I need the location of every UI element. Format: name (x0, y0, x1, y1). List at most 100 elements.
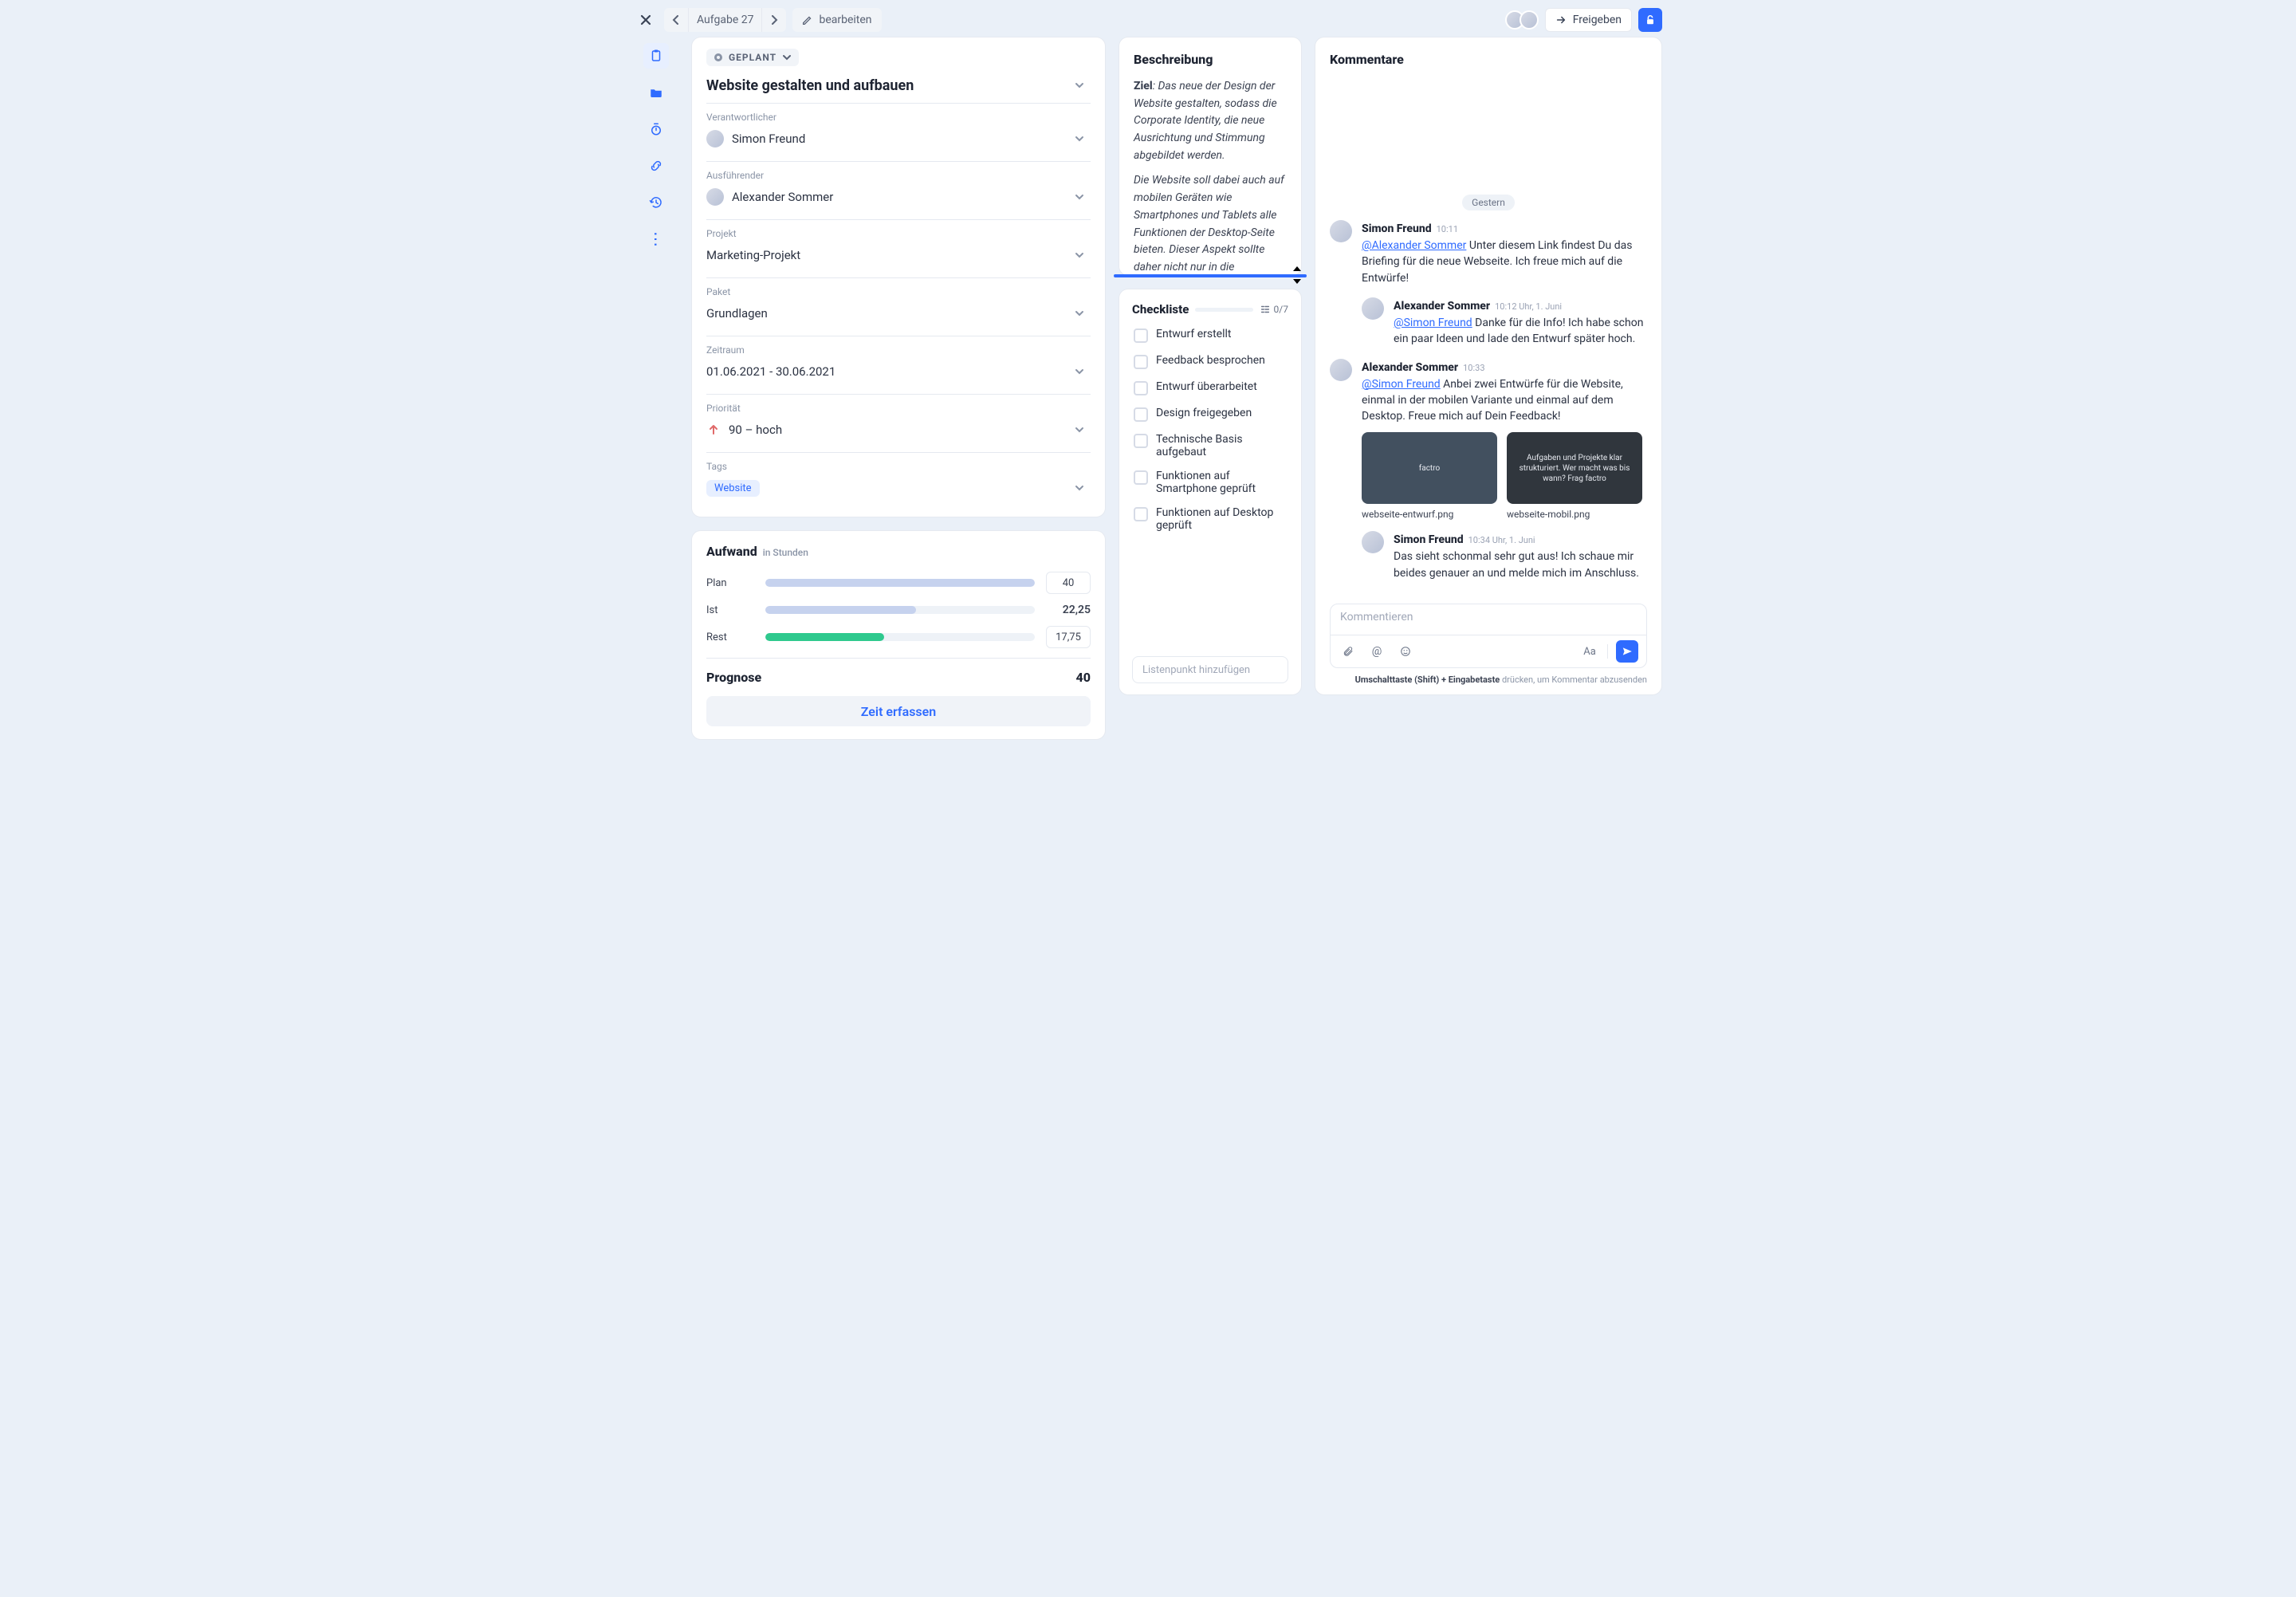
checklist-item-label: Funktionen auf Desktop geprüft (1156, 506, 1287, 532)
package-value[interactable]: Grundlagen (706, 306, 768, 321)
tags-value[interactable]: Website (706, 480, 760, 497)
resize-handle-icon[interactable] (1291, 265, 1303, 285)
executor-dropdown[interactable] (1068, 186, 1091, 208)
tags-dropdown[interactable] (1068, 477, 1091, 499)
project-dropdown[interactable] (1068, 244, 1091, 266)
project-value[interactable]: Marketing-Projekt (706, 248, 800, 262)
comment-input[interactable]: Kommentieren @ Aa (1330, 604, 1647, 668)
attachment[interactable]: factro webseite-entwurf.png (1362, 432, 1497, 520)
close-button[interactable] (634, 8, 658, 32)
resize-line[interactable] (1114, 274, 1307, 277)
chevron-down-icon (1075, 81, 1084, 89)
priority-dropdown[interactable] (1068, 419, 1091, 441)
send-button[interactable] (1616, 640, 1638, 663)
ist-value: 22,25 (1046, 604, 1091, 616)
executor-value[interactable]: Alexander Sommer (706, 188, 833, 206)
package-dropdown[interactable] (1068, 302, 1091, 325)
sidebar-item-files[interactable] (643, 80, 669, 105)
comment-time: 10:11 (1437, 224, 1458, 234)
mention[interactable]: @Simon Freund (1362, 378, 1441, 391)
sidebar-item-task[interactable] (643, 43, 669, 69)
sidebar-item-links[interactable] (643, 153, 669, 179)
rest-value-input[interactable]: 17,75 (1046, 626, 1091, 648)
status-label: GEPLANT (729, 52, 776, 63)
comment: Simon Freund 10:11 @Alexander Sommer Unter… (1330, 220, 1647, 286)
checkbox[interactable] (1134, 507, 1148, 521)
period-dropdown[interactable] (1068, 360, 1091, 383)
comments-title: Kommentare (1330, 52, 1647, 67)
track-time-button[interactable]: Zeit erfassen (706, 696, 1091, 726)
tag-chip[interactable]: Website (706, 480, 760, 497)
plan-value-input[interactable]: 40 (1046, 572, 1091, 594)
avatar (1362, 531, 1384, 553)
field-label-project: Projekt (706, 228, 1091, 239)
comment-body: @Simon Freund Anbei zwei Entwürfe für di… (1362, 376, 1647, 425)
checkbox[interactable] (1134, 381, 1148, 395)
topbar: Aufgabe 27 bearbeiten Freigeben (624, 0, 1672, 37)
format-button[interactable]: Aa (1580, 642, 1599, 661)
comment-author: Simon Freund (1362, 222, 1432, 235)
edit-mode-chip[interactable]: bearbeiten (792, 8, 881, 32)
checkbox[interactable] (1134, 470, 1148, 485)
task-id-label: Aufgabe 27 (697, 14, 753, 26)
prognosis-label: Prognose (706, 670, 761, 685)
emoji-button[interactable] (1396, 642, 1415, 661)
chevron-down-icon (783, 54, 791, 61)
edit-label: bearbeiten (819, 14, 871, 26)
checkbox[interactable] (1134, 407, 1148, 422)
mention[interactable]: @Simon Freund (1394, 317, 1472, 329)
mention-button[interactable]: @ (1367, 642, 1386, 661)
effort-card: Aufwand in Stunden Plan 40 Ist 22,25 Res… (691, 530, 1106, 740)
responsible-dropdown[interactable] (1068, 128, 1091, 150)
comment-textarea[interactable]: Kommentieren (1331, 604, 1646, 635)
checklist-item[interactable]: Entwurf überarbeitet (1132, 377, 1288, 399)
checklist-item[interactable]: Design freigegeben (1132, 403, 1288, 425)
more-icon: ⋯ (647, 231, 666, 247)
send-icon (1622, 646, 1633, 657)
smile-icon (1400, 646, 1411, 657)
checkbox[interactable] (1134, 328, 1148, 343)
next-task-button[interactable] (762, 8, 786, 32)
checklist-add-input[interactable] (1132, 656, 1288, 683)
comments-card: Kommentare Gestern Simon Freund10:11@Ale… (1315, 37, 1662, 695)
comment-time: 10:34 Uhr, 1. Juni (1468, 535, 1535, 545)
attachment-thumb: factro (1362, 432, 1497, 504)
checkbox[interactable] (1134, 434, 1148, 448)
checklist-item-label: Entwurf erstellt (1156, 328, 1231, 340)
field-label-executor: Ausführender (706, 170, 1091, 181)
sidebar-item-history[interactable] (643, 190, 669, 215)
clipboard-icon (649, 49, 663, 63)
attachment-row: factro webseite-entwurf.png Aufgaben und P… (1362, 432, 1647, 520)
breadcrumb-task[interactable]: Aufgabe 27 (688, 8, 762, 32)
attach-button[interactable] (1339, 642, 1358, 661)
checklist-item[interactable]: Entwurf erstellt (1132, 325, 1288, 346)
checklist-item[interactable]: Funktionen auf Desktop geprüft (1132, 503, 1288, 535)
sidebar-item-time[interactable] (643, 116, 669, 142)
comment-author: Alexander Sommer (1394, 300, 1490, 313)
share-label: Freigeben (1573, 14, 1622, 26)
share-button[interactable]: Freigeben (1545, 8, 1632, 32)
prev-task-button[interactable] (664, 8, 688, 32)
attachment-filename: webseite-entwurf.png (1362, 509, 1497, 520)
checklist-item[interactable]: Feedback besprochen (1132, 351, 1288, 372)
status-chip[interactable]: GEPLANT (706, 49, 799, 66)
avatar (1330, 220, 1352, 242)
responsible-value[interactable]: Simon Freund (706, 130, 805, 148)
collapse-title-button[interactable] (1068, 74, 1091, 96)
attachment[interactable]: Aufgaben und Projekte klar strukturiert.… (1507, 432, 1642, 520)
mention[interactable]: @Alexander Sommer (1362, 239, 1466, 252)
stopwatch-icon (649, 122, 663, 136)
description-para-1: Ziel: Das neue der Design der Website ge… (1134, 78, 1287, 164)
checklist-item[interactable]: Technische Basis aufgebaut (1132, 430, 1288, 462)
ist-label: Ist (706, 604, 754, 616)
rest-label: Rest (706, 631, 754, 643)
checklist-item[interactable]: Funktionen auf Smartphone geprüft (1132, 466, 1288, 498)
effort-title: Aufwand in Stunden (706, 544, 1091, 559)
sidebar-item-more[interactable]: ⋯ (643, 226, 669, 252)
period-value[interactable]: 01.06.2021 - 30.06.2021 (706, 364, 835, 379)
priority-value[interactable]: 90 – hoch (706, 423, 782, 437)
lock-button[interactable] (1638, 8, 1662, 32)
checklist-item-label: Funktionen auf Smartphone geprüft (1156, 470, 1287, 495)
comment-body: @Alexander Sommer Unter diesem Link find… (1362, 238, 1647, 286)
checkbox[interactable] (1134, 355, 1148, 369)
